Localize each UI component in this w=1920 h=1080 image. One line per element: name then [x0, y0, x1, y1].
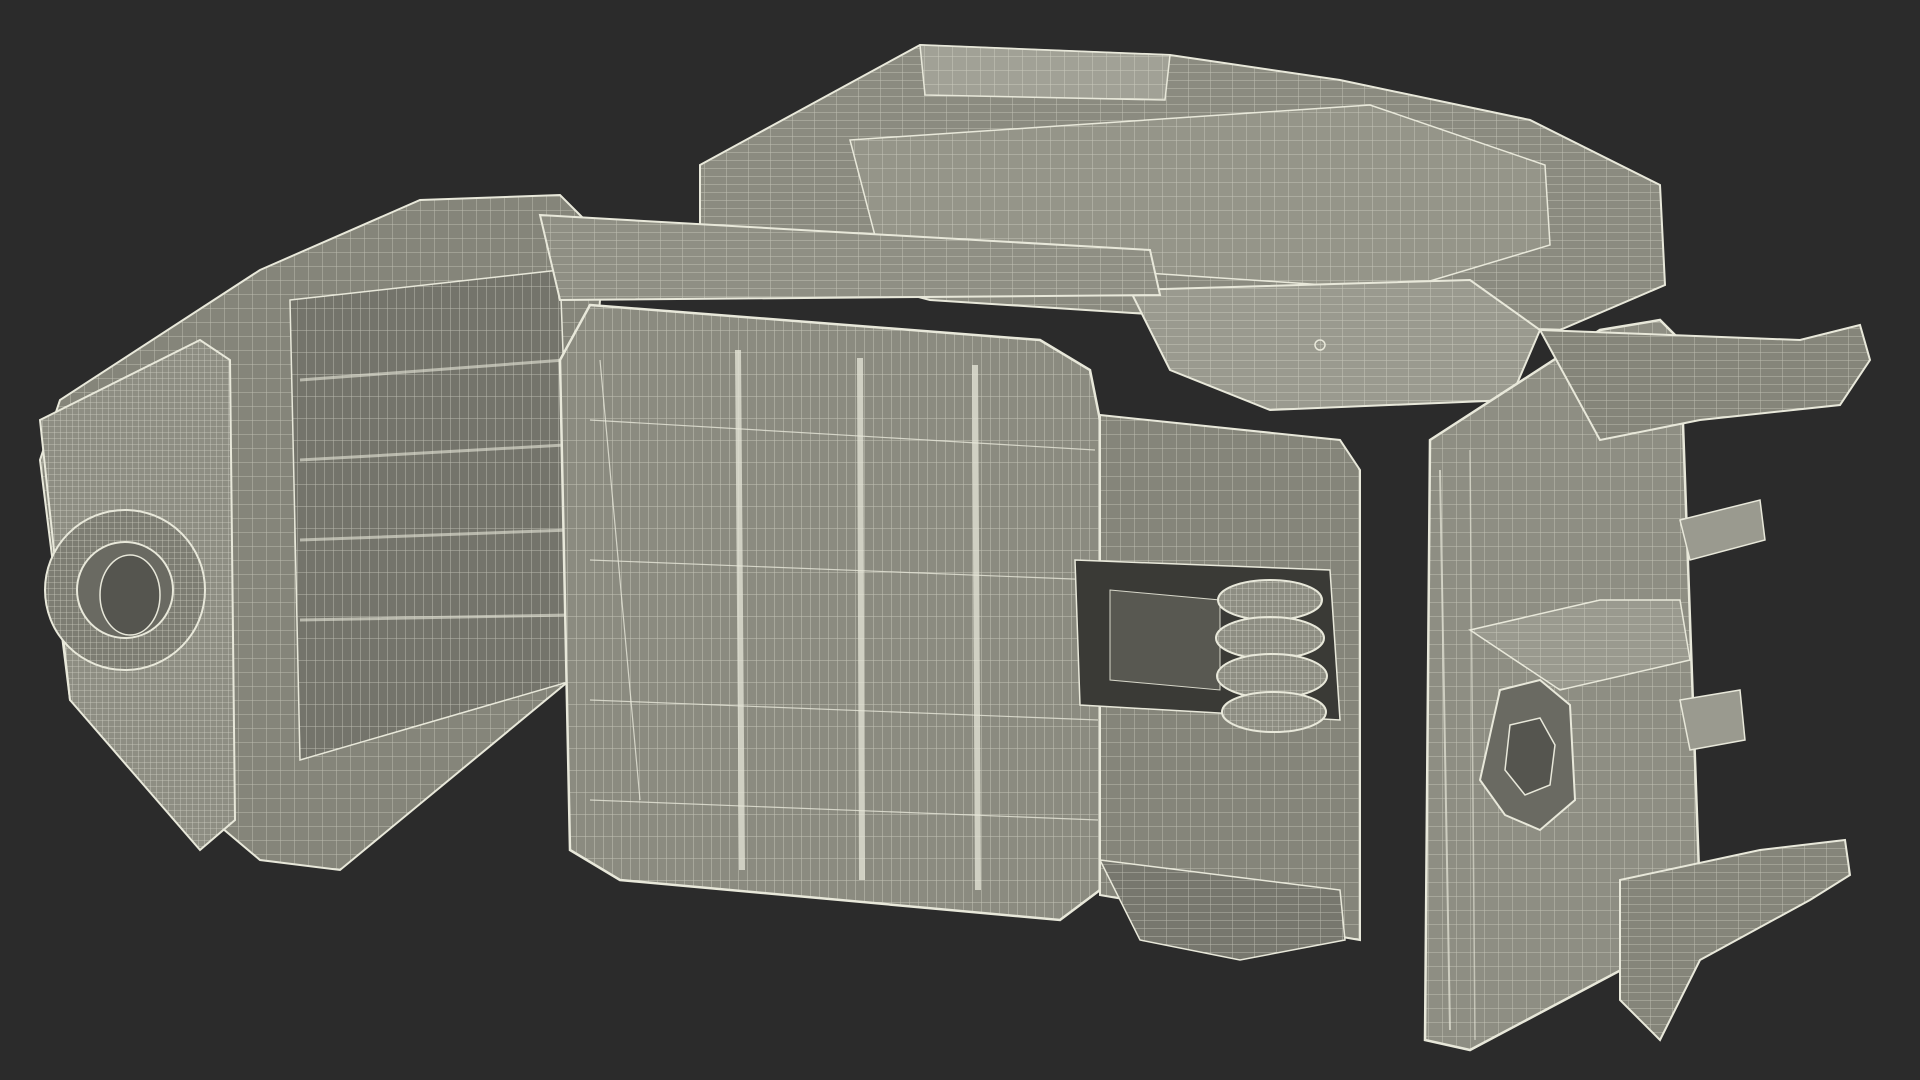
lever-plate [1128, 278, 1542, 412]
render-viewport [0, 0, 1920, 1080]
wireframe-render [38, 43, 1872, 1052]
spring-housing [1074, 413, 1361, 961]
right-clamp [1423, 318, 1872, 1052]
left-bracket [38, 193, 602, 872]
front-panel [558, 303, 1102, 922]
bore-hole-icon [99, 554, 161, 636]
